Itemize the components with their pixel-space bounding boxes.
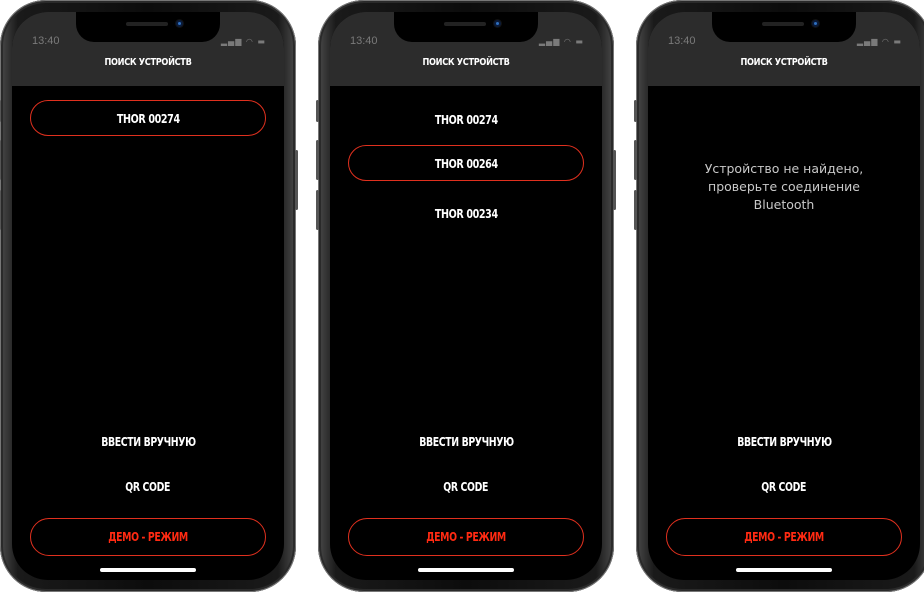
status-time: 13:40 xyxy=(32,35,60,47)
home-indicator[interactable] xyxy=(736,568,832,572)
header-bar: 13:40 ▂▄▆ ◠ ▬ ПОИСК УСТРОЙСТВ xyxy=(12,12,284,86)
device-item[interactable]: THOR 00274 xyxy=(30,100,266,136)
demo-mode-button[interactable]: ДЕМО - РЕЖИМ xyxy=(348,518,584,556)
volume-up-button xyxy=(634,140,637,180)
manual-entry-label: ВВЕСТИ ВРУЧНУЮ xyxy=(736,435,832,449)
device-label: THOR 00274 xyxy=(116,112,180,126)
demo-mode-button[interactable]: ДЕМО - РЕЖИМ xyxy=(30,518,266,556)
camera-icon xyxy=(494,20,501,27)
page-title: ПОИСК УСТРОЙСТВ xyxy=(104,57,192,68)
manual-entry-label: ВВЕСТИ ВРУЧНУЮ xyxy=(418,435,514,449)
page-title: ПОИСК УСТРОЙСТВ xyxy=(422,57,510,68)
demo-mode-label: ДЕМО - РЕЖИМ xyxy=(744,530,824,544)
notch xyxy=(712,12,856,42)
status-time: 13:40 xyxy=(350,35,378,47)
qr-code-button[interactable]: QR CODE xyxy=(648,480,920,494)
qr-code-label: QR CODE xyxy=(761,480,807,494)
status-time: 13:40 xyxy=(668,35,696,47)
qr-code-button[interactable]: QR CODE xyxy=(330,480,602,494)
qr-code-label: QR CODE xyxy=(443,480,489,494)
device-label: THOR 00274 xyxy=(434,113,498,127)
volume-down-button xyxy=(0,190,1,230)
phone-frame-3: 13:40 ▂▄▆ ◠ ▬ ПОИСК УСТРОЙСТВ Устройство… xyxy=(634,0,924,592)
phone-frame-1: 13:40 ▂▄▆ ◠ ▬ ПОИСК УСТРОЙСТВ THOR 00274… xyxy=(0,0,298,592)
phone-frame-2: 13:40 ▂▄▆ ◠ ▬ ПОИСК УСТРОЙСТВ THOR 00274… xyxy=(316,0,616,592)
manual-entry-button[interactable]: ВВЕСТИ ВРУЧНУЮ xyxy=(12,435,284,449)
manual-entry-label: ВВЕСТИ ВРУЧНУЮ xyxy=(100,435,196,449)
speaker-icon xyxy=(444,22,486,26)
status-icons: ▂▄▆ ◠ ▬ xyxy=(220,37,266,46)
volume-up-button xyxy=(316,140,319,180)
not-found-message: Устройство не найдено, проверьте соедине… xyxy=(704,161,864,212)
header-bar: 13:40 ▂▄▆ ◠ ▬ ПОИСК УСТРОЙСТВ xyxy=(330,12,602,86)
device-search-screen: 13:40 ▂▄▆ ◠ ▬ ПОИСК УСТРОЙСТВ THOR 00274… xyxy=(12,12,284,580)
camera-icon xyxy=(812,20,819,27)
device-item[interactable]: THOR 00264 xyxy=(348,145,584,181)
device-label: THOR 00234 xyxy=(434,207,498,221)
volume-down-button xyxy=(634,190,637,230)
demo-mode-button[interactable]: ДЕМО - РЕЖИМ xyxy=(666,518,902,556)
manual-entry-button[interactable]: ВВЕСТИ ВРУЧНУЮ xyxy=(648,435,920,449)
mute-switch xyxy=(0,100,1,122)
speaker-icon xyxy=(762,22,804,26)
device-label: THOR 00264 xyxy=(434,157,498,171)
volume-up-button xyxy=(0,140,1,180)
notch xyxy=(394,12,538,42)
mute-switch xyxy=(634,100,637,122)
demo-mode-label: ДЕМО - РЕЖИМ xyxy=(108,530,188,544)
qr-code-label: QR CODE xyxy=(125,480,171,494)
device-item[interactable]: THOR 00274 xyxy=(348,102,584,138)
device-search-screen: 13:40 ▂▄▆ ◠ ▬ ПОИСК УСТРОЙСТВ Устройство… xyxy=(648,12,920,580)
mute-switch xyxy=(316,100,319,122)
speaker-icon xyxy=(126,22,168,26)
camera-icon xyxy=(176,20,183,27)
manual-entry-button[interactable]: ВВЕСТИ ВРУЧНУЮ xyxy=(330,435,602,449)
stage: 13:40 ▂▄▆ ◠ ▬ ПОИСК УСТРОЙСТВ THOR 00274… xyxy=(0,0,924,592)
status-icons: ▂▄▆ ◠ ▬ xyxy=(538,37,584,46)
power-button xyxy=(295,150,298,210)
demo-mode-label: ДЕМО - РЕЖИМ xyxy=(426,530,506,544)
notch xyxy=(76,12,220,42)
volume-down-button xyxy=(316,190,319,230)
home-indicator[interactable] xyxy=(418,568,514,572)
page-title: ПОИСК УСТРОЙСТВ xyxy=(740,57,828,68)
status-icons: ▂▄▆ ◠ ▬ xyxy=(856,37,902,46)
device-search-screen: 13:40 ▂▄▆ ◠ ▬ ПОИСК УСТРОЙСТВ THOR 00274… xyxy=(330,12,602,580)
home-indicator[interactable] xyxy=(100,568,196,572)
header-bar: 13:40 ▂▄▆ ◠ ▬ ПОИСК УСТРОЙСТВ xyxy=(648,12,920,86)
qr-code-button[interactable]: QR CODE xyxy=(12,480,284,494)
power-button xyxy=(613,150,616,210)
device-item[interactable]: THOR 00234 xyxy=(348,196,584,232)
